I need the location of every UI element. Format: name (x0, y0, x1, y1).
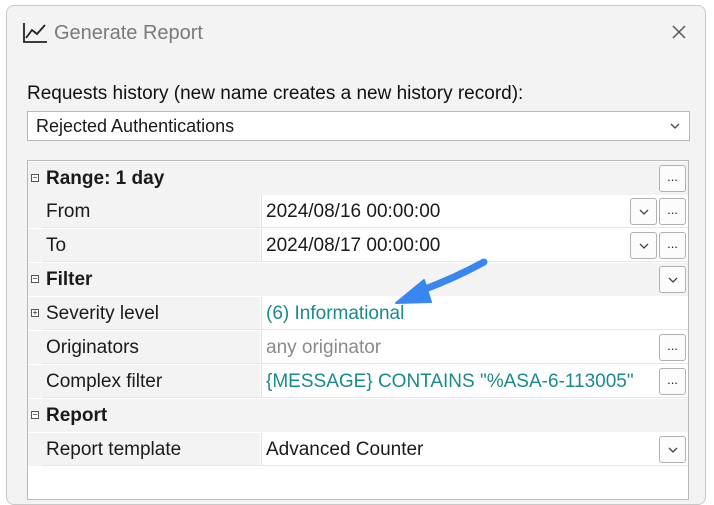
generate-report-dialog: Generate Report Requests history (new na… (6, 5, 706, 505)
originators-ellipsis-button[interactable]: ... (659, 334, 686, 361)
category-range-label: Range: 1 day (46, 168, 165, 189)
history-label: Requests history (new name creates a new… (27, 83, 524, 104)
property-row-originators[interactable]: Originators any originator ... (28, 331, 688, 364)
property-row-report-template[interactable]: Report template Advanced Counter (28, 433, 688, 466)
from-value[interactable]: 2024/08/16 00:00:00 (266, 201, 440, 223)
property-row-from[interactable]: From 2024/08/16 00:00:00 ... (28, 195, 688, 228)
range-ellipsis-button[interactable]: ... (659, 165, 686, 192)
collapse-icon[interactable]: − (31, 275, 39, 283)
property-name: To (46, 235, 67, 256)
category-report-label: Report (46, 405, 108, 426)
category-filter-label: Filter (46, 269, 93, 290)
property-row-severity[interactable]: + Severity level (6) Informational (28, 297, 688, 330)
category-filter[interactable]: − Filter (28, 263, 688, 296)
collapse-icon[interactable]: − (31, 411, 39, 419)
chevron-down-icon (668, 277, 677, 283)
property-value-cell[interactable]: (6) Informational (261, 297, 688, 330)
property-value-cell[interactable]: 2024/08/17 00:00:00 ... (261, 229, 688, 262)
from-dropdown-button[interactable] (630, 198, 657, 225)
severity-value[interactable]: (6) Informational (266, 303, 404, 325)
property-value-cell[interactable]: {MESSAGE} CONTAINS "%ASA-6-113005" ... (261, 365, 688, 398)
chevron-down-icon (639, 209, 648, 215)
to-ellipsis-button[interactable]: ... (659, 232, 686, 259)
report-template-value[interactable]: Advanced Counter (266, 439, 423, 461)
complex-filter-ellipsis-button[interactable]: ... (659, 368, 686, 395)
property-name: Report template (46, 439, 182, 460)
originators-value[interactable]: any originator (266, 337, 381, 359)
close-button[interactable] (659, 14, 699, 50)
from-ellipsis-button[interactable]: ... (659, 198, 686, 225)
category-range[interactable]: − Range: 1 day ... (28, 162, 688, 195)
report-template-dropdown-button[interactable] (659, 436, 686, 463)
chevron-down-icon (639, 243, 648, 249)
to-value[interactable]: 2024/08/17 00:00:00 (266, 235, 440, 257)
chevron-down-icon (668, 447, 677, 453)
complex-filter-value[interactable]: {MESSAGE} CONTAINS "%ASA-6-113005" (266, 371, 634, 393)
line-chart-icon (23, 23, 47, 43)
property-name: From (46, 201, 91, 222)
property-name: Severity level (46, 303, 159, 324)
filter-dropdown-button[interactable] (659, 266, 686, 293)
collapse-icon[interactable]: − (31, 174, 39, 182)
property-value-cell[interactable]: any originator ... (261, 331, 688, 364)
property-name: Originators (46, 337, 139, 358)
history-combobox[interactable]: Rejected Authentications (27, 111, 690, 141)
title-bar: Generate Report (7, 6, 705, 62)
expand-icon[interactable]: + (31, 309, 39, 317)
history-value: Rejected Authentications (36, 116, 235, 136)
close-icon (672, 25, 686, 39)
window-title: Generate Report (54, 22, 203, 44)
property-row-to[interactable]: To 2024/08/17 00:00:00 ... (28, 229, 688, 262)
property-value-cell[interactable]: Advanced Counter (261, 433, 688, 466)
to-dropdown-button[interactable] (630, 232, 657, 259)
property-row-complex-filter[interactable]: Complex filter {MESSAGE} CONTAINS "%ASA-… (28, 365, 688, 398)
property-value-cell[interactable]: 2024/08/16 00:00:00 ... (261, 195, 688, 228)
chevron-down-icon (670, 123, 680, 129)
category-report[interactable]: − Report (28, 399, 688, 432)
property-name: Complex filter (46, 371, 163, 392)
property-grid: − Range: 1 day ... From 2024/08/16 00:00… (27, 160, 689, 500)
